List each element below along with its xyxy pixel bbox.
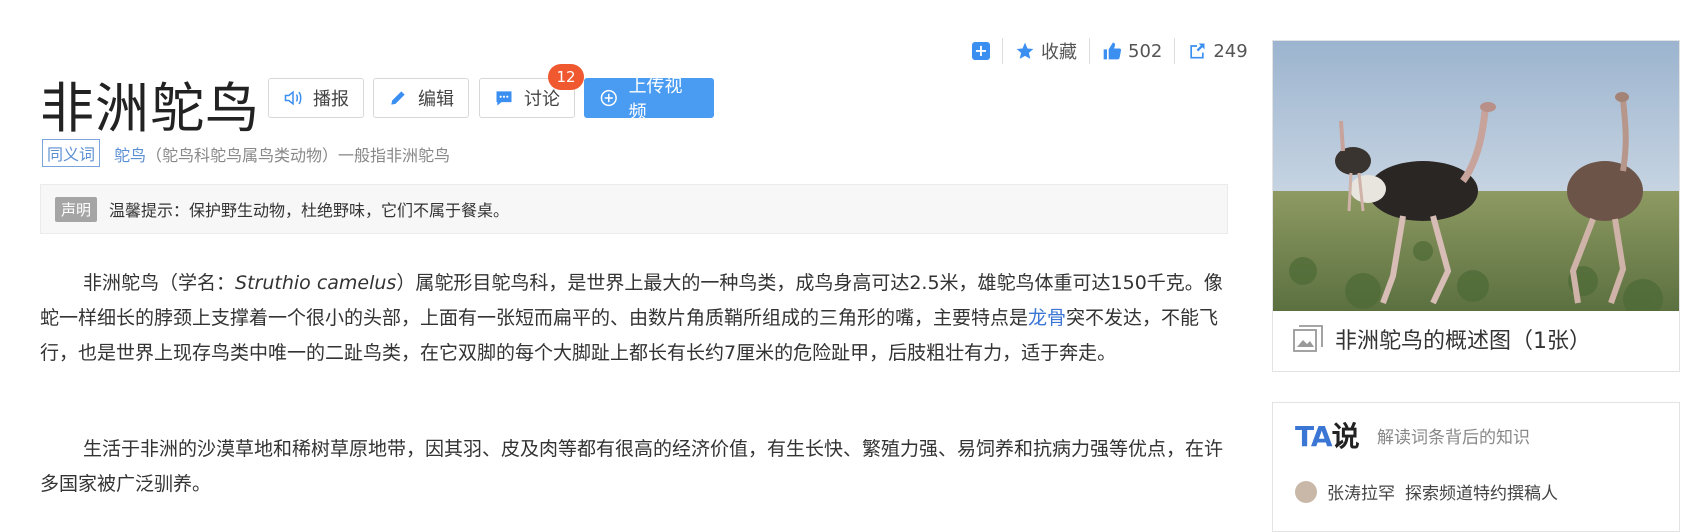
like-count: 502 bbox=[1128, 40, 1163, 62]
ta-shuo-logo: TA说 bbox=[1295, 415, 1360, 455]
pencil-icon bbox=[391, 91, 405, 105]
discuss-label: 讨论 bbox=[524, 89, 560, 110]
upload-video-label: 上传视频 bbox=[628, 76, 683, 123]
divider bbox=[1174, 38, 1176, 64]
chat-icon bbox=[496, 91, 512, 106]
divider bbox=[1089, 38, 1090, 64]
image-caption[interactable]: 非洲鸵鸟的概述图（1张） bbox=[1293, 323, 1591, 355]
like-button[interactable]: 502 bbox=[1102, 41, 1162, 62]
synonym-description: （鸵鸟科鸵鸟属鸟类动物）一般指非洲鸵鸟 bbox=[146, 146, 451, 165]
collect-button[interactable]: 收藏 bbox=[1015, 38, 1077, 64]
paragraph-text: 非洲鸵鸟（学名： bbox=[83, 272, 236, 294]
latin-name: Struthio camelus bbox=[235, 272, 397, 294]
author-title: 探索频道特约撰稿人 bbox=[1405, 484, 1558, 504]
broadcast-button[interactable]: 播报 bbox=[268, 78, 364, 118]
broadcast-label: 播报 bbox=[313, 89, 349, 110]
notice-tag: 声明 bbox=[55, 196, 98, 222]
add-button[interactable]: + bbox=[972, 42, 990, 60]
share-icon bbox=[1190, 43, 1205, 59]
ta-shuo-card: TA说 解读词条背后的知识 张涛拉罕 探索频道特约撰稿人 bbox=[1272, 402, 1680, 532]
share-count: 249 bbox=[1213, 40, 1248, 62]
thumbs-up-icon bbox=[1103, 42, 1122, 60]
star-icon bbox=[1016, 42, 1034, 59]
synonym-tag: 同义词 bbox=[42, 139, 101, 167]
divider bbox=[1002, 38, 1003, 64]
image-caption-text: 非洲鸵鸟的概述图（1张） bbox=[1335, 329, 1591, 354]
author-name: 张涛拉罕 bbox=[1327, 484, 1395, 504]
entry-meta-bar: + 收藏 502 249 bbox=[972, 38, 1248, 64]
plus-square-icon: + bbox=[972, 42, 990, 60]
gallery-icon bbox=[1293, 325, 1323, 352]
notice-text: 温馨提示：保护野生动物，杜绝野味，它们不属于餐桌。 bbox=[109, 201, 510, 220]
discuss-count-badge: 12 bbox=[548, 64, 584, 90]
intro-paragraph: 非洲鸵鸟（学名：Struthio camelus）属鸵形目鸵鸟科，是世界上最大的… bbox=[40, 266, 1228, 371]
collect-label: 收藏 bbox=[1041, 42, 1077, 63]
ta-shuo-subtitle: 解读词条背后的知识 bbox=[1377, 428, 1530, 448]
edit-button[interactable]: 编辑 bbox=[373, 78, 469, 118]
page-title: 非洲鸵鸟 bbox=[40, 77, 260, 140]
synonym-link[interactable]: 鸵鸟 bbox=[114, 146, 146, 165]
keel-link[interactable]: 龙骨 bbox=[1028, 307, 1066, 329]
ta-author-row[interactable]: 张涛拉罕 探索频道特约撰稿人 bbox=[1295, 479, 1558, 504]
upload-video-button[interactable]: 上传视频 bbox=[584, 76, 714, 123]
synonym-text: 鸵鸟（鸵鸟科鸵鸟属鸟类动物）一般指非洲鸵鸟 bbox=[114, 142, 450, 166]
avatar bbox=[1295, 480, 1317, 503]
ta-logo-text: TA bbox=[1295, 420, 1333, 453]
ta-logo-text: 说 bbox=[1331, 420, 1360, 453]
notice-bar: 声明 温馨提示：保护野生动物，杜绝野味，它们不属于餐桌。 bbox=[40, 184, 1228, 234]
habitat-paragraph: 生活于非洲的沙漠草地和稀树草原地带，因其羽、皮及肉等都有很高的经济价值，有生长快… bbox=[40, 438, 1224, 495]
edit-label: 编辑 bbox=[418, 89, 454, 110]
plus-circle-icon bbox=[600, 89, 617, 107]
share-button[interactable]: 249 bbox=[1187, 40, 1248, 62]
summary-image-card[interactable]: 非洲鸵鸟的概述图（1张） bbox=[1272, 40, 1680, 372]
ostrich-photo bbox=[1273, 41, 1679, 311]
speaker-icon bbox=[284, 90, 302, 106]
